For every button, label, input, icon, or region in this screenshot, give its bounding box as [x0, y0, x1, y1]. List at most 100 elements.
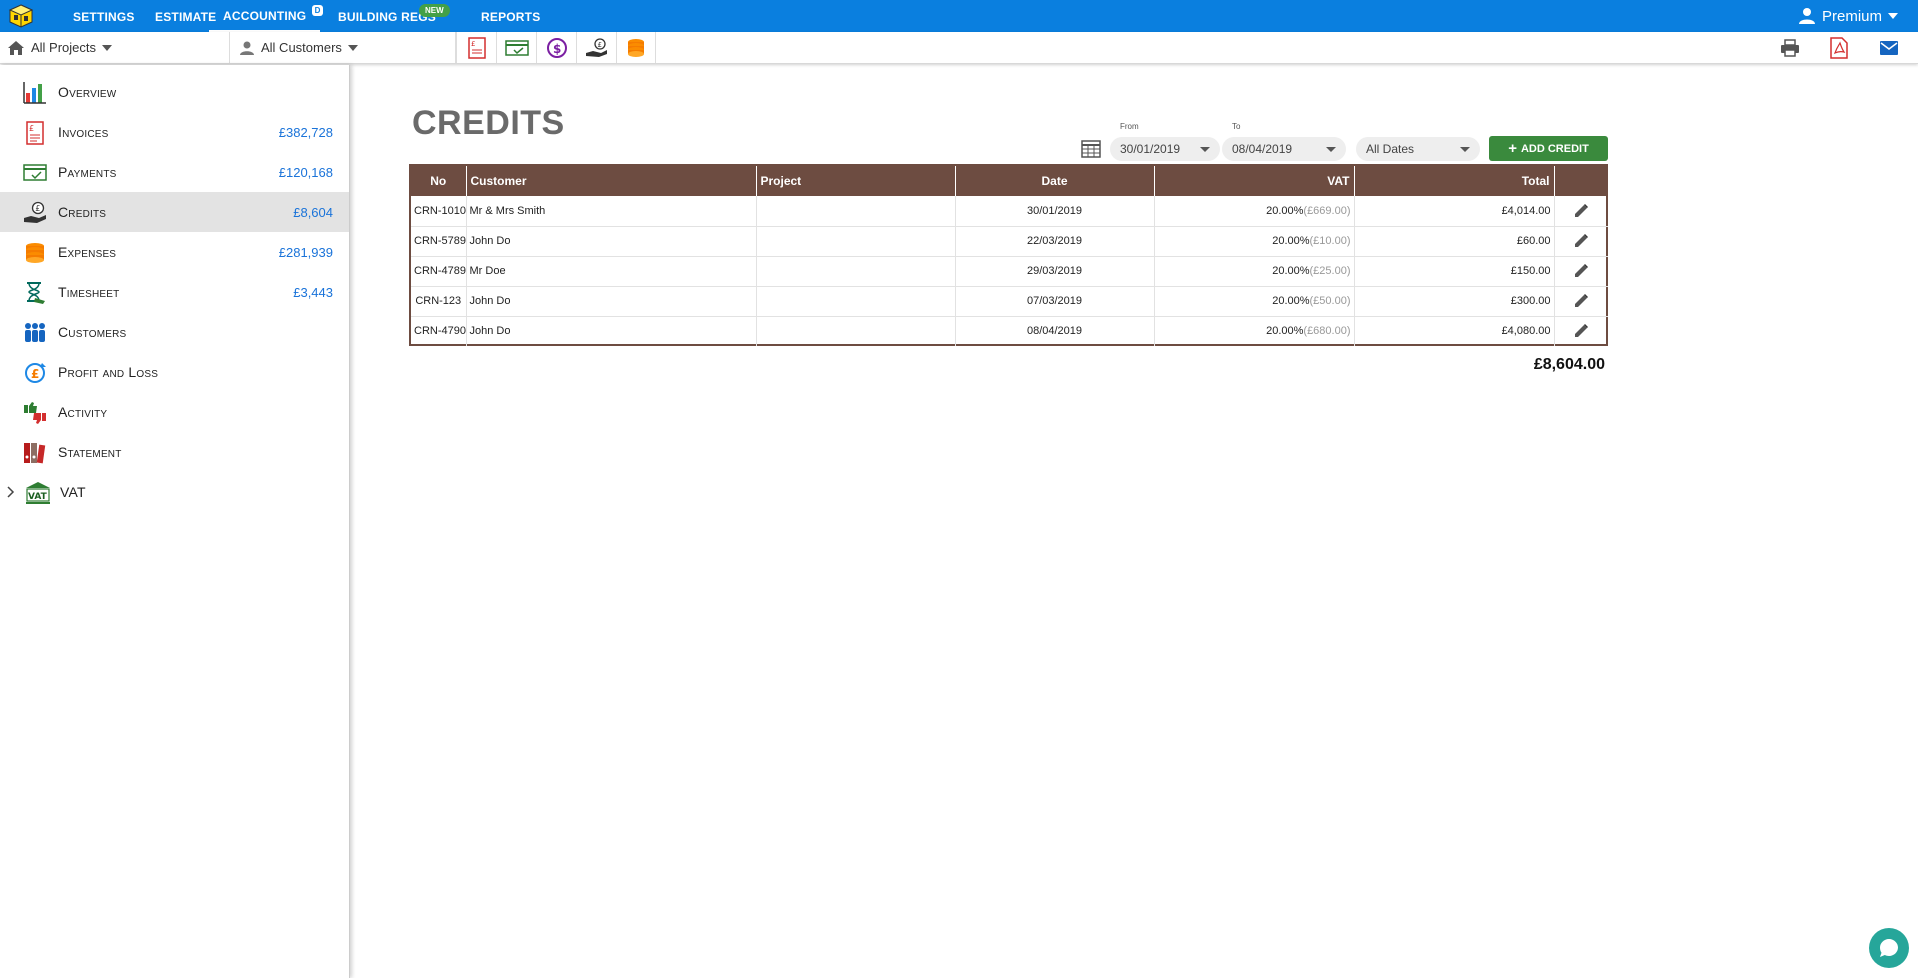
- column-header-customer[interactable]: Customer: [466, 166, 757, 196]
- sidebar-item-payments[interactable]: Payments £120,168: [0, 152, 349, 192]
- add-credit-button[interactable]: + ADD CREDIT: [1489, 136, 1608, 161]
- credit-vat: 20.00%(£680.00): [1154, 316, 1355, 346]
- column-header-total[interactable]: Total: [1354, 166, 1555, 196]
- sidebar-item-activity[interactable]: Activity: [0, 392, 349, 432]
- credit-number: CRN-1010: [411, 196, 467, 226]
- edit-cell: [1554, 256, 1608, 286]
- sidebar-item-amount: £8,604: [293, 204, 333, 220]
- sidebar-item-vat[interactable]: VAT VAT: [0, 472, 349, 512]
- vat-bank-icon: VAT: [25, 481, 50, 505]
- edit-pencil-icon[interactable]: [1573, 323, 1589, 339]
- vat-rate: 20.00%: [1266, 325, 1304, 338]
- nav-estimate[interactable]: ESTIMATE: [155, 0, 216, 32]
- table-row[interactable]: CRN-123 John Do 07/03/2019 20.00%(£50.00…: [411, 286, 1608, 316]
- credit-number: CRN-123: [411, 286, 467, 316]
- edit-pencil-icon[interactable]: [1573, 263, 1589, 279]
- page-title: CREDITS: [412, 104, 565, 142]
- credits-table: No Customer Project Date VAT Total CRN-1…: [409, 164, 1608, 346]
- date-range-select[interactable]: All Dates: [1356, 137, 1480, 161]
- pdf-button[interactable]: [1824, 32, 1854, 63]
- edit-pencil-icon[interactable]: [1573, 203, 1589, 219]
- quick-invoice-button[interactable]: £: [456, 32, 496, 63]
- quick-dollar-button[interactable]: $: [536, 32, 576, 63]
- profit-loss-icon: £: [23, 361, 47, 385]
- chevron-down-icon: [347, 44, 358, 51]
- credit-project: [756, 256, 956, 286]
- sidebar-item-timesheet[interactable]: Timesheet £3,443: [0, 272, 349, 312]
- table-row[interactable]: CRN-47900 John Do 08/04/2019 20.00%(£680…: [411, 316, 1608, 346]
- sidebar-item-overview[interactable]: Overview: [0, 72, 349, 112]
- credit-total: £150.00: [1354, 256, 1555, 286]
- sidebar-item-statement[interactable]: Statement: [0, 432, 349, 472]
- sidebar-item-profit-and-loss[interactable]: £ Profit and Loss: [0, 352, 349, 392]
- print-button[interactable]: [1775, 32, 1805, 63]
- edit-cell: [1554, 286, 1608, 316]
- column-header-actions: [1554, 166, 1608, 196]
- sidebar-item-label: VAT: [60, 484, 86, 500]
- svg-text:£: £: [35, 204, 40, 213]
- invoice-icon: £: [467, 36, 486, 59]
- from-date-field[interactable]: 30/01/2019: [1110, 137, 1220, 161]
- column-header-no[interactable]: No: [411, 166, 467, 196]
- credit-project: [756, 196, 956, 226]
- nav-accounting[interactable]: ACCOUNTING: [209, 0, 321, 32]
- credit-date: 29/03/2019: [955, 256, 1155, 286]
- nav-settings[interactable]: SETTINGS: [73, 0, 135, 32]
- filter-toolbar: All Projects All Customers £ $ £: [0, 32, 1918, 64]
- vat-rate: 20.00%: [1272, 265, 1310, 277]
- chat-button[interactable]: [1869, 928, 1909, 968]
- quick-expense-button[interactable]: [616, 32, 656, 63]
- chevron-right-icon[interactable]: [6, 485, 16, 499]
- credit-number: CRN-47891: [411, 256, 467, 286]
- table-row[interactable]: CRN-5789 John Do 22/03/2019 20.00%(£10.0…: [411, 226, 1608, 256]
- home-icon: [7, 40, 25, 56]
- edit-cell: [1554, 196, 1608, 226]
- column-header-vat[interactable]: VAT: [1154, 166, 1355, 196]
- credit-customer: John Do: [466, 226, 757, 256]
- credit-vat: 20.00%(£25.00): [1154, 256, 1355, 286]
- column-header-project[interactable]: Project: [756, 166, 956, 196]
- app-logo-icon[interactable]: [8, 4, 34, 28]
- thumbs-icon: [23, 401, 47, 425]
- projects-filter[interactable]: All Projects: [7, 32, 113, 63]
- svg-text:£: £: [471, 40, 475, 48]
- projects-filter-label: All Projects: [31, 40, 97, 55]
- chevron-down-icon: [102, 44, 113, 51]
- user-menu[interactable]: Premium: [1798, 0, 1898, 32]
- credit-total: £60.00: [1354, 226, 1555, 256]
- calendar-icon[interactable]: [1081, 140, 1101, 158]
- sidebar-item-label: Timesheet: [58, 284, 120, 300]
- credit-number: CRN-5789: [411, 226, 467, 256]
- mail-icon: [1879, 40, 1899, 56]
- sidebar-item-invoices[interactable]: £ Invoices £382,728: [0, 112, 349, 152]
- to-date-field[interactable]: 08/04/2019: [1222, 137, 1346, 161]
- payment-icon: [504, 39, 529, 57]
- to-label: To: [1232, 122, 1241, 131]
- quick-credit-button[interactable]: £: [576, 32, 616, 63]
- credit-customer: Mr & Mrs Smith: [466, 196, 757, 226]
- mail-button[interactable]: [1874, 32, 1904, 63]
- quick-payment-button[interactable]: [496, 32, 536, 63]
- vat-amount: (£669.00): [1303, 204, 1351, 217]
- dollar-circle-icon: $: [546, 37, 568, 59]
- divider: [229, 32, 230, 63]
- table-row[interactable]: CRN-1010 Mr & Mrs Smith 30/01/2019 20.00…: [411, 196, 1608, 226]
- credit-project: [756, 316, 956, 346]
- svg-text:$: $: [553, 42, 561, 56]
- edit-pencil-icon[interactable]: [1573, 293, 1589, 309]
- print-icon: [1780, 38, 1800, 57]
- sidebar-item-label: Invoices: [58, 124, 109, 140]
- sidebar-item-customers[interactable]: Customers: [0, 312, 349, 352]
- nav-reports[interactable]: REPORTS: [481, 0, 540, 32]
- vat-amount: (£10.00): [1309, 235, 1351, 247]
- edit-pencil-icon[interactable]: [1573, 233, 1589, 249]
- hourglass-icon: [23, 281, 47, 305]
- customers-filter[interactable]: All Customers: [239, 32, 358, 63]
- credit-customer: John Do: [466, 286, 757, 316]
- table-row[interactable]: CRN-47891 Mr Doe 29/03/2019 20.00%(£25.0…: [411, 256, 1608, 286]
- sidebar-item-expenses[interactable]: Expenses £281,939: [0, 232, 349, 272]
- sidebar-item-credits[interactable]: £ Credits £8,604: [0, 192, 349, 232]
- chevron-down-icon: [1326, 147, 1336, 152]
- column-header-date[interactable]: Date: [955, 166, 1155, 196]
- sidebar-item-amount: £3,443: [293, 284, 333, 300]
